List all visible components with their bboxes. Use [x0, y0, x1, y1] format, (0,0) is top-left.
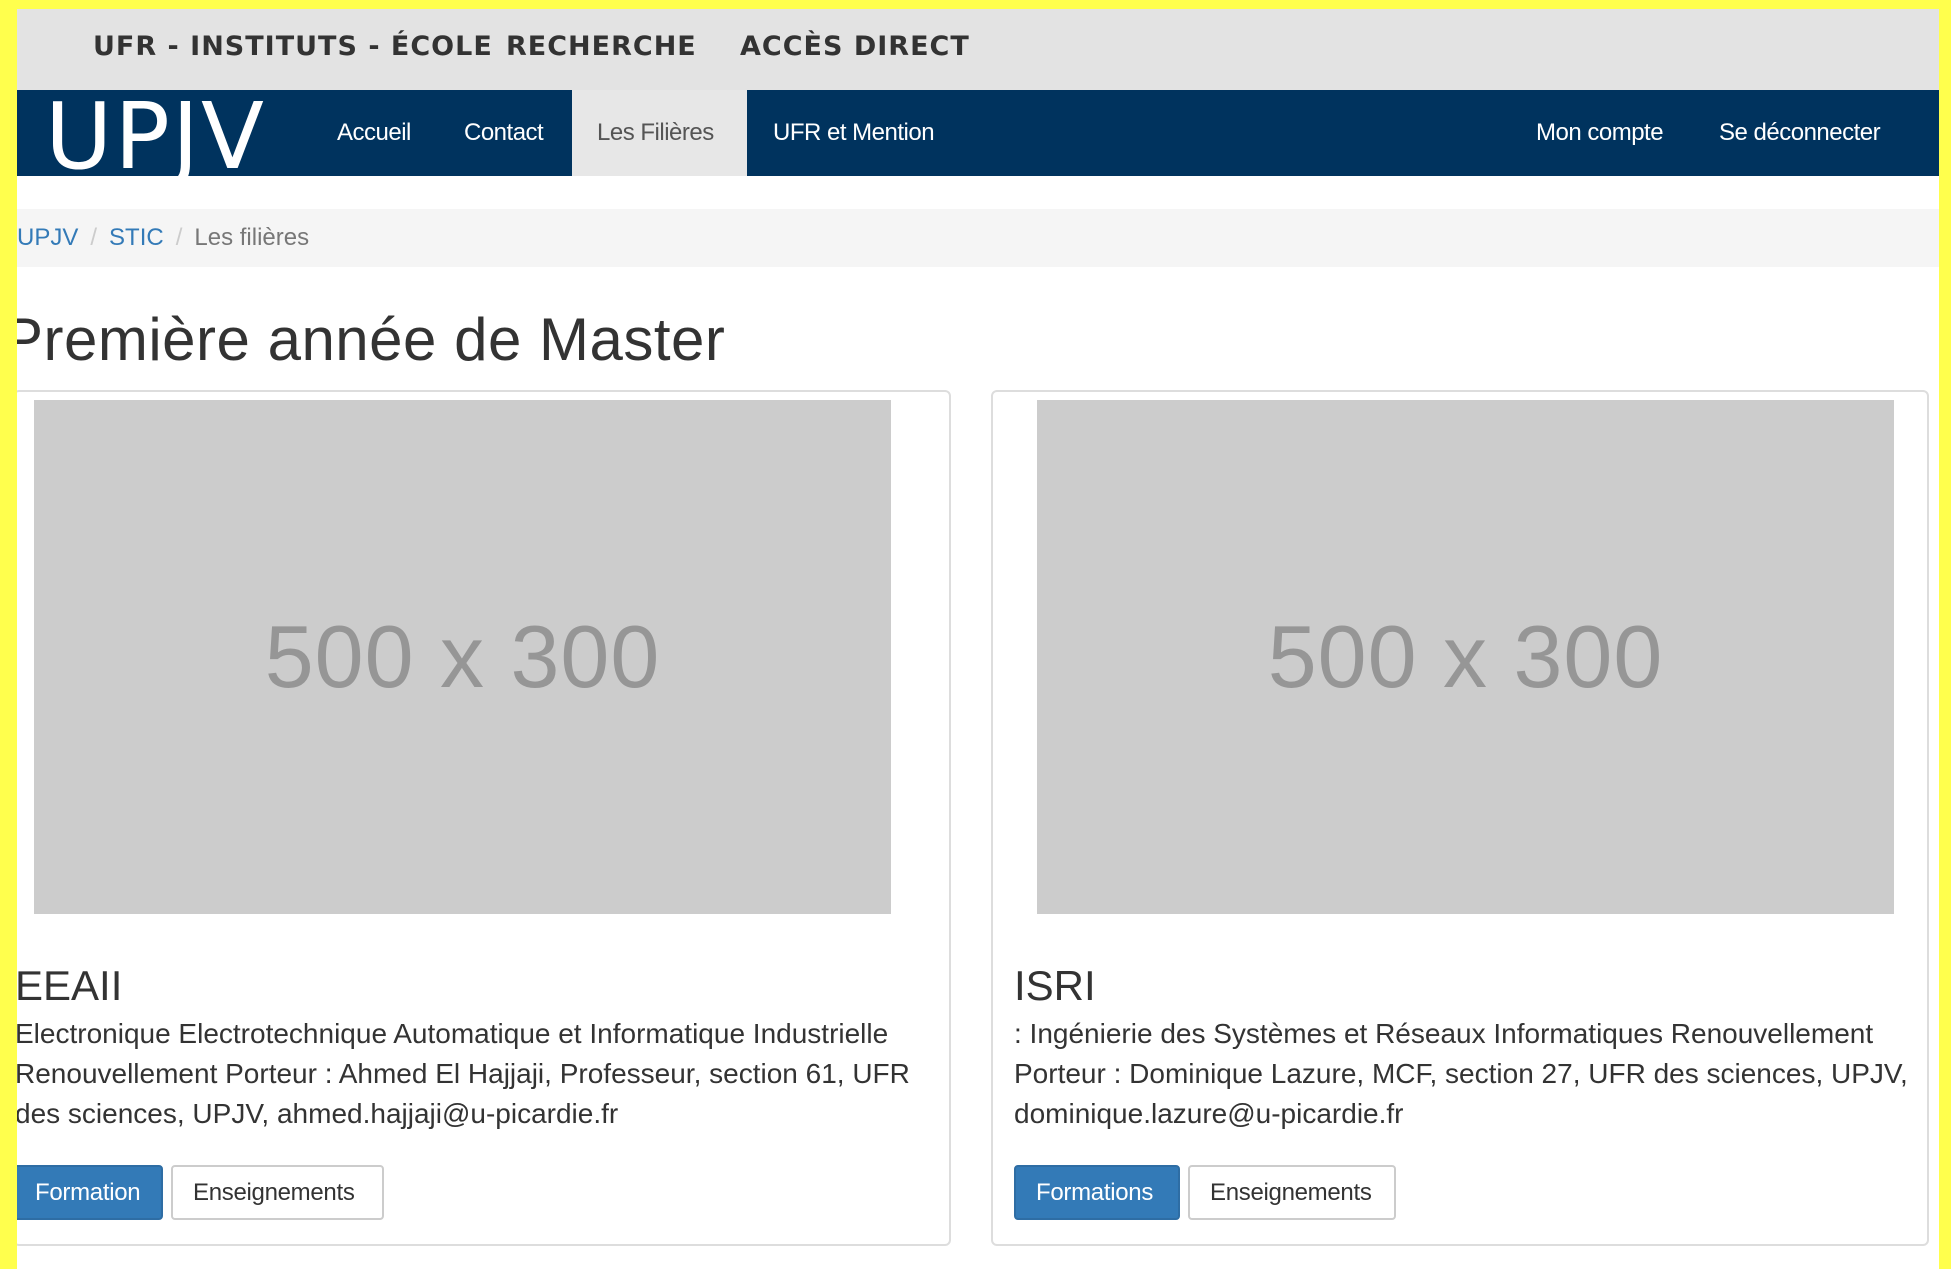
card-description: : Ingénierie des Systèmes et Réseaux Inf… [1014, 1018, 1908, 1129]
breadcrumb-item-upjv[interactable]: UPJV [17, 224, 78, 251]
top-bar: UFR - INSTITUTS - ÉCOLE RECHERCHE ACCÈS … [17, 9, 1939, 90]
breadcrumb-current: Les filières [194, 224, 310, 251]
breadcrumb-separator: / [90, 224, 98, 251]
main-navbar: UPJV Accueil Contact Les Filières UFR et… [17, 90, 1939, 183]
nav-item-se-deconnecter[interactable]: Se déconnecter [1719, 90, 1881, 176]
card-description: Electronique Electrotechnique Automatiqu… [17, 1018, 910, 1129]
nav-item-accueil[interactable]: Accueil [337, 90, 411, 176]
placeholder-label: 500 x 300 [264, 607, 661, 706]
enseignements-button[interactable]: Enseignements [171, 1165, 384, 1220]
breadcrumb-item-stic[interactable]: STIC [109, 224, 164, 251]
card-placeholder-image: 500 x 300 [1037, 400, 1894, 914]
card-title: ISRI [1014, 962, 1096, 1009]
card-title: EEAII [17, 962, 123, 1009]
formations-button[interactable]: Formations [1014, 1165, 1180, 1220]
card-isri: 500 x 300 ISRI : Ingénierie des Systèmes… [991, 390, 1929, 1246]
page-title: Première année de Master [17, 306, 726, 373]
nav-item-mon-compte[interactable]: Mon compte [1536, 90, 1664, 176]
top-link-ufr-instituts-ecole[interactable]: UFR - INSTITUTS - ÉCOLE [93, 31, 493, 62]
upjv-logo[interactable]: UPJV [45, 91, 266, 183]
enseignements-button[interactable]: Enseignements [1188, 1165, 1396, 1220]
nav-item-les-filieres[interactable]: Les Filières [572, 90, 747, 176]
card-placeholder-image: 500 x 300 [34, 400, 891, 914]
breadcrumb-separator: / [175, 224, 183, 251]
formation-button[interactable]: Formation [17, 1165, 163, 1220]
nav-item-ufr-et-mention[interactable]: UFR et Mention [773, 90, 935, 176]
page: UFR - INSTITUTS - ÉCOLE RECHERCHE ACCÈS … [17, 9, 1939, 1269]
breadcrumb: UPJV / STIC / Les filières [17, 209, 1939, 267]
top-link-recherche[interactable]: RECHERCHE [506, 31, 697, 62]
top-link-acces-direct[interactable]: ACCÈS DIRECT [740, 31, 970, 62]
nav-item-contact[interactable]: Contact [464, 90, 544, 176]
placeholder-label: 500 x 300 [1267, 607, 1664, 706]
card-eeaii: 500 x 300 EEAII Electronique Electrotech… [17, 390, 951, 1246]
